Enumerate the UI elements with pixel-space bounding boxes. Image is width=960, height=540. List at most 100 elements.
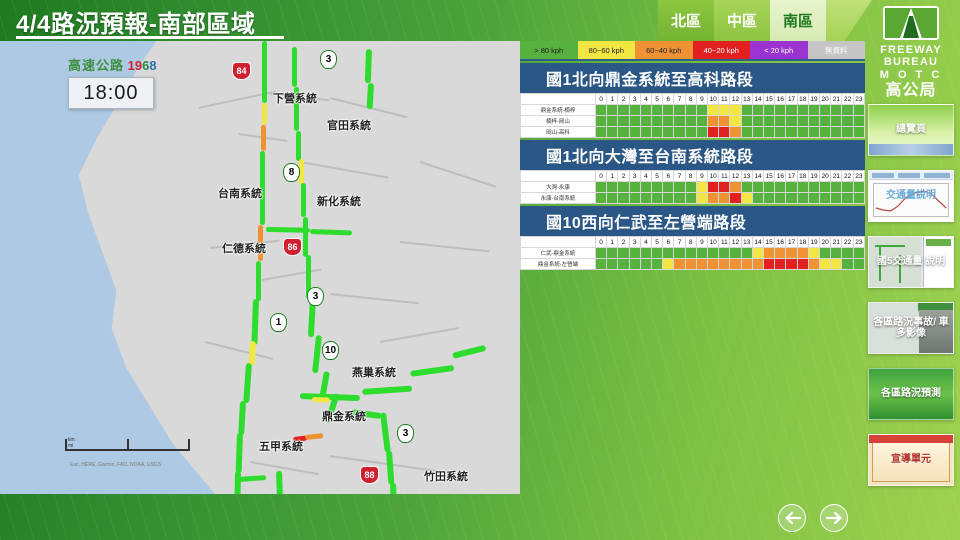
sidebar-item-regional-forecast[interactable]: 各區路況預測 [868,368,954,420]
hour-header-9: 9 [695,170,709,182]
hour-header-23: 23 [852,170,866,182]
hour-header-22: 22 [841,170,854,182]
speed-cell-h1 [606,126,619,138]
hour-header-6: 6 [662,236,675,248]
sidebar-item-campaign[interactable]: 宣導單元 [868,434,954,486]
hour-header-9: 9 [695,236,709,248]
hour-header-12: 12 [729,236,742,248]
speed-cell-h20 [819,192,832,204]
legend-item-1: 80~60 kph [577,41,635,59]
highway-segment [292,47,297,87]
speed-cell-h14 [751,247,765,259]
table-row: 大灣-永康 [520,181,866,193]
speed-cell-h21 [830,258,843,270]
speed-cell-h5 [651,247,664,259]
next-slide-button[interactable] [820,504,848,532]
speed-cell-h19 [807,126,821,138]
route-shield-84: 84 [232,62,251,80]
speed-cell-h6 [662,115,675,127]
speed-cell-h14 [751,192,765,204]
speed-cell-h6 [662,126,675,138]
hour-header-1: 1 [606,170,619,182]
speed-cell-h8 [684,192,697,204]
grid-corner [520,170,596,182]
speed-cell-h16 [774,247,787,259]
speed-cell-h8 [684,126,697,138]
hour-header-4: 4 [639,93,653,105]
traffic-forecast-page: 4/4路況預報-南部區域 北區 中區 南區 FREEWAY BUREAU M O… [0,0,960,540]
segment-label: 岡山-高科 [520,126,596,138]
highway-segment [364,49,372,84]
table-row: 岡山-高科 [520,126,866,138]
hour-header-15: 15 [763,236,776,248]
hour-header-15: 15 [763,93,776,105]
route-shield-3: 3 [397,424,414,443]
hour-header-2: 2 [617,93,630,105]
speed-cell-h14 [751,115,765,127]
sidebar-item-label: 交通量說明 [886,190,936,202]
hour-header-17: 17 [785,170,798,182]
hour-header-11: 11 [718,170,731,182]
highway-segment [311,397,330,403]
speed-cell-h9 [695,104,709,116]
speed-cell-h17 [785,126,798,138]
speed-cell-h5 [651,258,664,270]
map-label-3: 新化系統 [317,196,361,208]
speed-cell-h7 [673,115,686,127]
hour-header-6: 6 [662,93,675,105]
speed-cell-h18 [796,181,809,193]
hour-header-13: 13 [740,236,753,248]
hour-header-16: 16 [774,236,787,248]
speed-cell-h9 [695,181,709,193]
hour-header-21: 21 [830,236,843,248]
speed-cell-h20 [819,258,832,270]
prev-slide-button[interactable] [778,504,806,532]
speed-cell-h5 [651,192,664,204]
speed-cell-h19 [807,104,821,116]
speed-cell-h2 [617,126,630,138]
sidebar-item-overview[interactable]: 總覽頁 [868,104,954,156]
route-shield-88: 88 [360,466,379,484]
forecast-section-1: 國1北向大灣至台南系統路段 0 1 2 3 4 5 6 7 8 9 10 11 12 13 14 15 16 17 1… [520,140,866,204]
speed-cell-h22 [841,181,854,193]
arrow-right-icon [825,511,842,525]
hour-header-3: 3 [628,170,641,182]
region-tab-south[interactable]: 南區 [770,0,826,41]
map-label-2: 台南系統 [218,188,262,200]
speed-cell-h4 [639,181,653,193]
speed-cell-h1 [606,181,619,193]
section-title: 國10西向仁武至左營端路段 [520,206,865,236]
region-tab-north[interactable]: 北區 [658,0,714,41]
sidebar-item-label: 總覽頁 [896,124,926,136]
speed-cell-h21 [830,247,843,259]
speed-cell-h12 [729,181,742,193]
hour-header-7: 7 [673,236,686,248]
forecast-section-0: 國1北向鼎金系統至高科路段 0 1 2 3 4 5 6 7 8 9 10 11 12 13 14 15 16 17 1… [520,63,866,138]
speed-cell-h22 [841,126,854,138]
hour-header-14: 14 [751,236,765,248]
speed-cell-h9 [695,192,709,204]
speed-cell-h9 [695,247,709,259]
speed-cell-h20 [819,115,832,127]
speed-cell-h0 [594,181,608,193]
segment-label: 鼎金系統-左營端 [520,258,596,270]
sidebar-item-n5-traffic-volume[interactable]: 國5交通量 說明 [868,236,954,288]
hour-header-5: 5 [651,170,664,182]
region-tab-central[interactable]: 中區 [714,0,770,41]
south-region-map[interactable]: 下營系統 官田系統 台南系統 新化系統 仁德系統 燕巢系統 鼎金系統 五甲系統 竹田系統 3 84… [0,41,520,494]
speed-cell-h16 [774,104,787,116]
speed-cell-h21 [830,181,843,193]
speed-cell-h4 [639,104,653,116]
sidebar-item-label: 各區路況事故/ 車多影像 [873,316,949,340]
sidebar-item-traffic-volume[interactable]: 交通量說明 [868,170,954,222]
speed-cell-h12 [729,115,742,127]
speed-cell-h23 [852,247,866,259]
speed-cell-h13 [740,181,753,193]
map-label-5: 燕巢系統 [352,367,396,379]
speed-cell-h0 [594,115,608,127]
hour-header-23: 23 [852,93,866,105]
speed-cell-h11 [718,181,731,193]
hour-header-0: 0 [594,170,608,182]
speed-cell-h3 [628,181,641,193]
sidebar-item-incident-images[interactable]: 各區路況事故/ 車多影像 [868,302,954,354]
